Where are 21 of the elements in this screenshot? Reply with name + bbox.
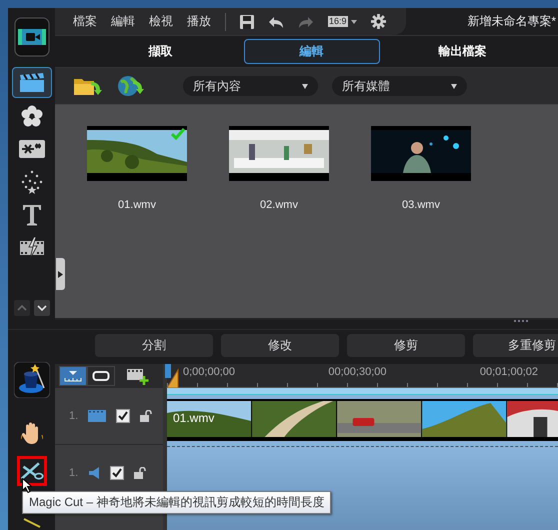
mode-tab[interactable]: 編輯 <box>244 39 380 64</box>
edit-button[interactable]: 多重修剪 <box>473 334 558 356</box>
track-number: 1. <box>69 467 78 479</box>
menu-item[interactable]: 播放 <box>187 13 211 30</box>
mode-tab[interactable]: 輸出檔案 <box>394 39 530 64</box>
menu-item[interactable]: 檔案 <box>73 13 97 30</box>
media-item[interactable]: 01.wmv <box>87 126 187 211</box>
menu-item[interactable]: 檢視 <box>149 13 173 30</box>
menu-item[interactable]: 編輯 <box>111 13 135 30</box>
project-title: 新增未命名專案* <box>467 13 557 30</box>
mode-tab[interactable]: 擷取 <box>92 39 228 64</box>
edit-button[interactable]: 修改 <box>221 334 339 356</box>
tooltip: Magic Cut – 神奇地將未編輯的視訊剪成較短的時間長度 <box>22 491 332 514</box>
edit-button[interactable]: 分割 <box>95 334 213 356</box>
edit-button[interactable]: 修剪 <box>347 334 465 356</box>
time-ruler[interactable]: 0;00;00;00 00;00;30;00 00;01;00;02 <box>167 364 558 388</box>
media-item[interactable]: 03.wmv <box>371 126 471 211</box>
filter-dropdown[interactable]: 所有內容 <box>183 76 318 96</box>
media-item[interactable]: 02.wmv <box>229 126 329 211</box>
filter-dropdown[interactable]: 所有媒體 <box>332 76 467 96</box>
track-number: 1. <box>69 410 78 422</box>
